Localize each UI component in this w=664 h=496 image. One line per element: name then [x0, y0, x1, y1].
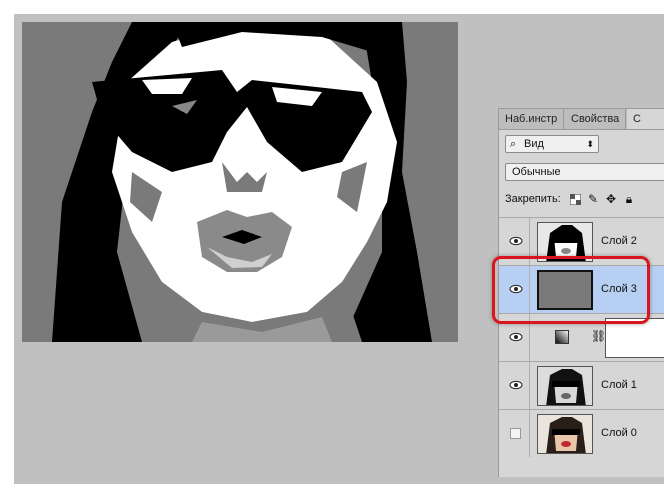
gradient-map-icon	[555, 330, 569, 344]
divider	[529, 410, 530, 457]
layer-name: Слой 0	[601, 427, 637, 439]
layer-name: Слой 1	[601, 379, 637, 391]
frame-top	[0, 0, 664, 14]
layer-filter-select[interactable]: ⌕ Вид ⬍	[505, 135, 599, 153]
layer-filter-label: Вид	[524, 138, 544, 150]
frame-bottom	[0, 484, 664, 496]
layer-mask-thumbnail	[605, 318, 664, 358]
stepper-arrows-icon: ⬍	[586, 139, 594, 149]
selected-layer-highlight	[492, 256, 650, 324]
tab-layers[interactable]: С	[627, 109, 664, 129]
panel-tabs: Наб.инстр Свойства С	[499, 109, 664, 130]
posterized-portrait	[22, 22, 458, 342]
search-icon: ⌕	[510, 138, 517, 150]
lock-transparency-icon[interactable]	[569, 192, 581, 206]
eye-icon[interactable]	[509, 330, 523, 344]
lock-row: Закрепить: ✎ ✥ 🔒︎	[505, 192, 632, 209]
layer-thumbnail	[537, 366, 593, 406]
lock-label: Закрепить:	[505, 193, 561, 205]
divider	[529, 362, 530, 409]
tab-properties[interactable]: Свойства	[565, 109, 627, 129]
layer-name: Слой 2	[601, 235, 637, 247]
layer-row-0[interactable]: Слой 0	[499, 409, 664, 457]
document-image[interactable]	[22, 22, 458, 342]
lock-move-icon[interactable]: ✥	[605, 192, 617, 206]
lock-all-icon[interactable]: 🔒︎	[623, 192, 635, 206]
eye-icon[interactable]	[509, 234, 523, 248]
frame-left	[0, 0, 14, 496]
lock-brush-icon[interactable]: ✎	[587, 192, 599, 206]
eye-icon[interactable]	[509, 378, 523, 392]
visibility-toggle[interactable]	[510, 428, 521, 439]
chain-link-icon[interactable]: ⛓	[591, 329, 606, 343]
blend-mode-select[interactable]: Обычные	[505, 163, 664, 181]
layer-row-1[interactable]: Слой 1	[499, 361, 664, 409]
layer-thumbnail	[537, 414, 593, 454]
tab-tool-presets[interactable]: Наб.инстр	[499, 109, 565, 129]
